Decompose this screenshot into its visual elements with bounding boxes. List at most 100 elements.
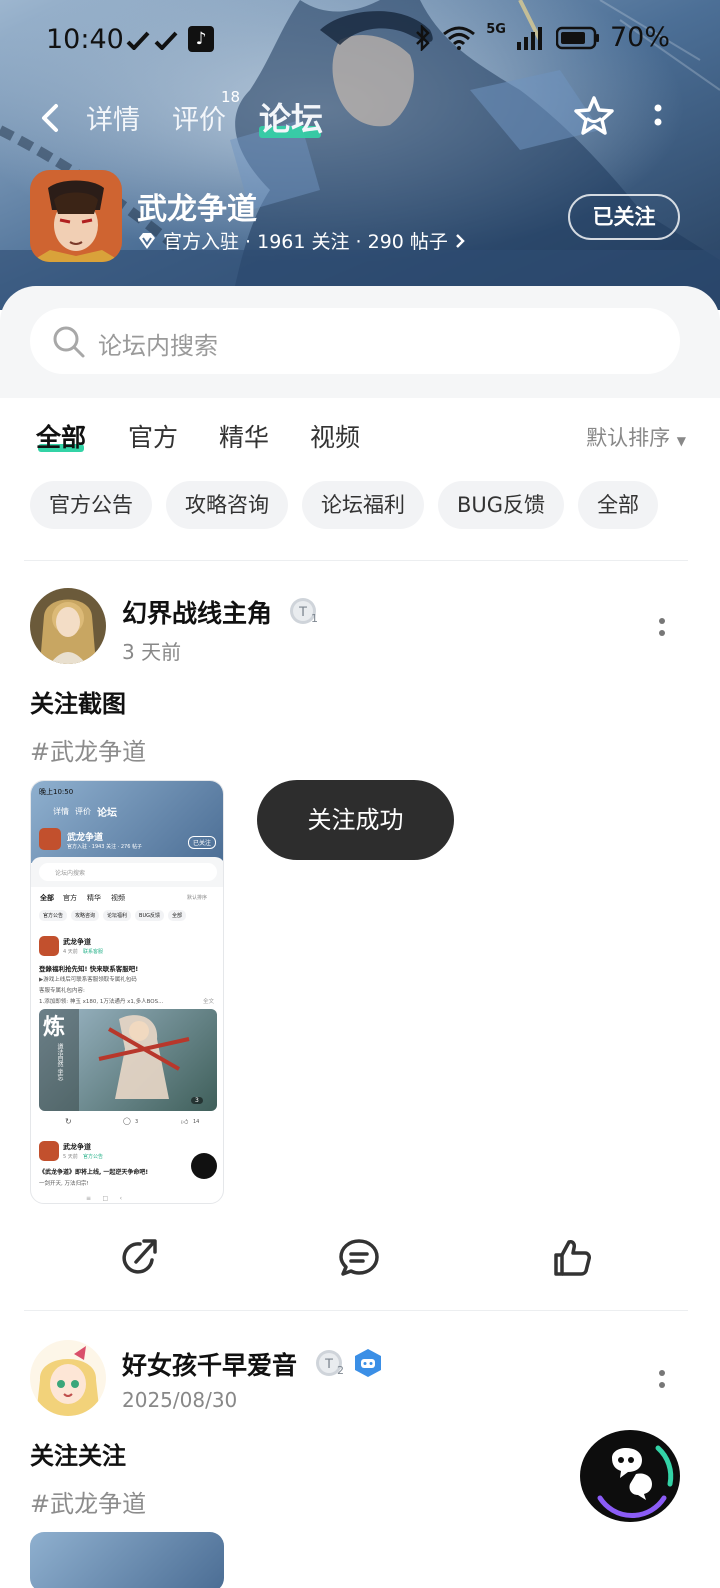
toast-message: 关注成功 <box>257 780 454 860</box>
post-time: 3 天前 <box>122 640 182 664</box>
post-image[interactable] <box>30 1532 224 1588</box>
filter-tab-featured[interactable]: 精华 <box>219 418 269 454</box>
more-vertical-icon[interactable] <box>656 1368 668 1394</box>
thumb-image-title: 炼 <box>43 1015 66 1040</box>
thumb-time: 晚上10:50 <box>39 788 74 796</box>
thumb-follow: 已关注 <box>188 836 217 849</box>
author-level: 2 <box>337 1364 344 1377</box>
thumb-filter-featured: 精华 <box>87 894 101 902</box>
author-name[interactable]: 好女孩千早爱音 <box>122 1346 297 1382</box>
sort-label: 默认排序 <box>586 426 671 450</box>
thumb-post1-line3: 1.添加即领: 神玉 x180, 1万法通丹 x1,多人BOS... <box>39 999 164 1005</box>
tab-reviews[interactable]: 评价 <box>172 98 226 137</box>
tiktok-icon: ♪ <box>188 26 214 52</box>
filter-tab-video[interactable]: 视频 <box>310 418 360 454</box>
thumb-post1-meta: 4 天前 <box>63 949 78 955</box>
bluetooth-icon <box>416 24 431 51</box>
filter-tab-official[interactable]: 官方 <box>128 418 178 454</box>
divider <box>24 560 688 561</box>
thumb-tab-reviews: 评价 <box>75 807 91 816</box>
avatar[interactable] <box>30 1340 106 1416</box>
thumb-nav-bar: ≡ □ ‹ <box>86 1195 122 1202</box>
chip-bug-report[interactable]: BUG反馈 <box>438 481 565 529</box>
thumb-image-count: 3 <box>191 1097 203 1104</box>
search-section: 论坛内搜索 <box>0 286 720 398</box>
share-icon[interactable] <box>118 1236 162 1280</box>
status-time: 10:40 <box>46 24 124 55</box>
battery-level: 70% <box>609 22 670 53</box>
chip-all[interactable]: 全部 <box>578 481 659 529</box>
thumb-post1-more: 全文 <box>203 999 215 1005</box>
app-info: 武龙争道 官方入驻 · 1961 关注 · 290 帖子 已关注 <box>0 170 720 270</box>
thumb-comment-icon: ◯ <box>123 1117 131 1125</box>
post-topic-tag[interactable]: #武龙争道 <box>30 732 146 767</box>
thumb-chip: 攻略咨询 <box>71 910 100 921</box>
thumb-likes: 14 <box>193 1119 200 1125</box>
like-icon[interactable] <box>550 1236 594 1280</box>
more-vertical-icon[interactable] <box>646 102 670 132</box>
thumb-app-meta: 官方入驻 · 1943 关注 · 276 帖子 <box>67 844 142 850</box>
diamond-icon <box>139 232 155 249</box>
status-right: 5G 70% <box>414 22 670 53</box>
sort-dropdown[interactable]: 默认排序 ▼ <box>586 422 686 452</box>
gamepad-badge-icon <box>355 1349 381 1377</box>
more-vertical-icon[interactable] <box>656 616 668 642</box>
avatar[interactable] <box>30 588 106 664</box>
tab-forum[interactable]: 论坛 <box>259 94 323 140</box>
search-input[interactable]: 论坛内搜索 <box>30 308 680 374</box>
thumb-search-text: 论坛内搜索 <box>55 870 86 877</box>
caret-down-icon: ▼ <box>676 434 686 448</box>
chip-announcement[interactable]: 官方公告 <box>30 481 152 529</box>
thumb-filter-official: 官方 <box>63 894 77 902</box>
thumb-chip: 论坛福利 <box>103 910 132 921</box>
forum-header: 10:40 ♪ 5G 70% 详情 评价 18 论坛 武龙争道 官方入驻 · 1… <box>0 0 720 310</box>
thumb-post-image <box>39 1009 217 1111</box>
thumb-image-side-text: 道法自然 坐忘 <box>56 1043 63 1081</box>
reviews-count-badge: 18 <box>221 88 241 106</box>
author-name[interactable]: 幻界战线主角 <box>122 594 272 630</box>
thumb-post-avatar <box>39 936 59 956</box>
thumb-post2-avatar <box>39 1141 59 1161</box>
thumb-filter-all: 全部 <box>40 894 54 902</box>
thumb-app-name: 武龙争道 <box>67 833 104 843</box>
chip-guide[interactable]: 攻略咨询 <box>166 481 288 529</box>
post-actions <box>0 1236 720 1290</box>
thumb-chip: 官方公告 <box>39 910 68 921</box>
thumb-post1-badge: 联系客服 <box>83 949 104 955</box>
comment-icon[interactable] <box>337 1236 381 1280</box>
category-chips: 官方公告 攻略咨询 论坛福利 BUG反馈 全部 <box>30 481 659 531</box>
post-title[interactable]: 关注关注 <box>30 1436 126 1471</box>
thumb-post2-line: 一剑开天, 万法归宗! <box>39 1181 89 1187</box>
chat-fab-icon[interactable] <box>578 1428 682 1524</box>
signal-icon <box>516 26 542 50</box>
post-card[interactable]: 幻界战线主角 T 1 3 天前 关注截图 #武龙争道 晚上10:50 详情 评价… <box>0 588 720 1238</box>
author-level: 1 <box>311 612 318 625</box>
post-image[interactable]: 晚上10:50 详情 评价 论坛 武龙争道 官方入驻 · 1943 关注 · 2… <box>30 780 224 1204</box>
tab-details[interactable]: 详情 <box>86 98 140 137</box>
thumb-chat-fab <box>191 1153 217 1179</box>
top-nav: 详情 评价 18 论坛 <box>0 88 720 150</box>
thumb-chips: 官方公告 攻略咨询 论坛福利 BUG反馈 全部 <box>39 910 187 921</box>
app-icon <box>30 170 122 262</box>
notification-icon <box>126 31 178 50</box>
chip-welfare[interactable]: 论坛福利 <box>302 481 424 529</box>
post-topic-tag[interactable]: #武龙争道 <box>30 1484 146 1519</box>
forum-screen: 10:40 ♪ 5G 70% 详情 评价 18 论坛 武龙争道 官方入驻 · 1… <box>0 0 720 1588</box>
app-meta-row[interactable]: 官方入驻 · 1961 关注 · 290 帖子 <box>137 227 466 254</box>
thumb-tab-details: 详情 <box>53 807 69 816</box>
thumb-sort: 默认排序 <box>187 895 208 901</box>
post-time: 2025/08/30 <box>122 1388 238 1412</box>
status-bar: 10:40 ♪ 5G 70% <box>0 0 720 80</box>
filter-tab-all[interactable]: 全部 <box>36 418 86 454</box>
star-icon[interactable] <box>572 94 616 138</box>
battery-icon <box>555 26 599 49</box>
thumb-post1-title: 登錄福利抢先知! 快来联系客服吧! <box>39 965 139 973</box>
app-meta-text: 官方入驻 · 1961 关注 · 290 帖子 <box>163 231 448 253</box>
chevron-left-icon[interactable] <box>34 96 70 140</box>
thumb-app-icon <box>39 828 61 850</box>
chevron-right-icon <box>456 233 465 248</box>
post-title[interactable]: 关注截图 <box>30 684 126 719</box>
thumb-post1-line2: 客服专属礼包内容: <box>39 988 85 994</box>
filter-tabs: 全部 官方 精华 视频 默认排序 ▼ <box>0 414 720 464</box>
follow-button[interactable]: 已关注 <box>568 194 680 240</box>
